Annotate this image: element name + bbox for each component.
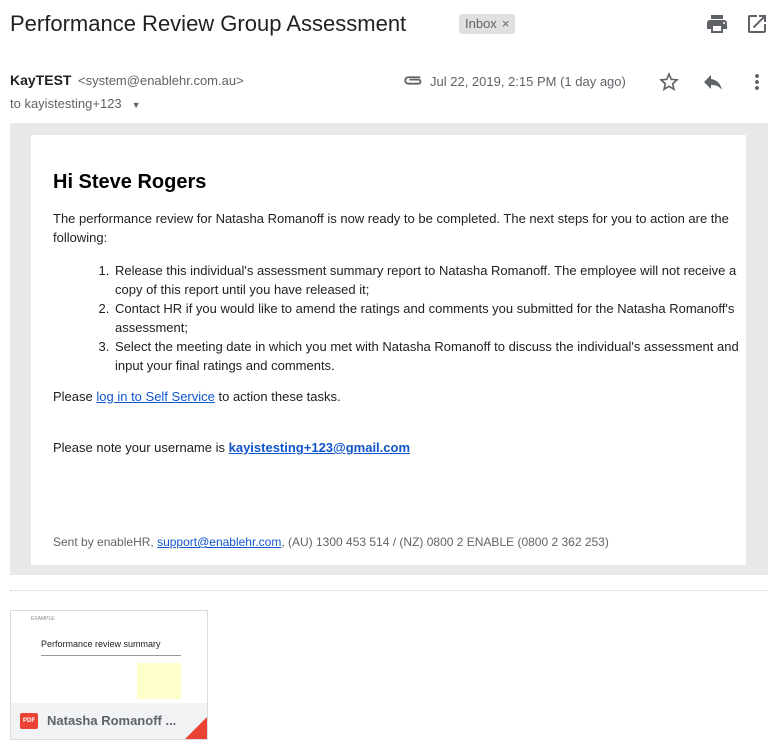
self-service-paragraph: Please log in to Self Service to action … <box>53 387 733 406</box>
preview-highlight-box <box>137 663 181 699</box>
preview-title: Performance review summary <box>41 639 161 649</box>
list-item: Contact HR if you would like to amend th… <box>113 299 753 337</box>
please-prefix: Please <box>53 389 97 404</box>
preview-logo: EXAMPLE <box>31 616 55 622</box>
label-text: Inbox <box>465 16 497 31</box>
preview-rule <box>41 655 181 656</box>
star-icon[interactable] <box>657 70 681 94</box>
attachment-preview: EXAMPLE Performance review summary <box>11 611 207 703</box>
please-suffix: to action these tasks. <box>214 389 341 404</box>
subject-row: Performance Review Group Assessment Inbo… <box>10 10 766 40</box>
attachment-info-bar: PDF Natasha Romanoff ... <box>11 703 207 739</box>
pdf-icon: PDF <box>20 713 38 729</box>
remove-label-icon[interactable]: × <box>502 14 510 34</box>
username-paragraph: Please note your username is kayistestin… <box>53 438 733 457</box>
list-item: Release this individual's assessment sum… <box>113 261 753 299</box>
support-email-link[interactable]: support@enablehr.com <box>157 535 281 549</box>
sender-email: <system@enablehr.com.au> <box>78 73 244 88</box>
sent-date: Jul 22, 2019, 2:15 PM (1 day ago) <box>430 74 626 89</box>
username-link[interactable]: kayistesting+123@gmail.com <box>229 440 410 455</box>
paperclip-icon <box>402 72 424 88</box>
more-vertical-icon[interactable] <box>745 70 769 94</box>
action-steps-list: Release this individual's assessment sum… <box>91 261 753 375</box>
self-service-login-link[interactable]: log in to Self Service <box>96 389 215 404</box>
attachments-divider <box>10 590 768 591</box>
email-subject: Performance Review Group Assessment <box>10 11 407 36</box>
greeting-heading: Hi Steve Rogers <box>53 171 207 193</box>
printer-icon[interactable] <box>705 12 729 36</box>
footer-prefix: Sent by enableHR, <box>53 535 158 549</box>
list-item: Select the meeting date in which you met… <box>113 337 753 375</box>
recipient-line[interactable]: to kayistesting+123 ▼ <box>10 96 141 111</box>
page-corner-fold-icon <box>185 717 207 739</box>
attachment-filename: Natasha Romanoff ... <box>47 713 177 728</box>
username-prefix: Please note your username is <box>53 440 229 455</box>
footer-suffix: , (AU) 1300 453 514 / (NZ) 0800 2 ENABLE… <box>281 535 609 549</box>
recipient-text: to kayistesting+123 <box>10 96 122 111</box>
email-body-frame: Hi Steve Rogers The performance review f… <box>10 123 768 575</box>
email-content-card: Hi Steve Rogers The performance review f… <box>31 135 746 565</box>
attachment-card[interactable]: EXAMPLE Performance review summary PDF N… <box>10 610 208 740</box>
reply-icon[interactable] <box>701 70 725 94</box>
chevron-down-icon[interactable]: ▼ <box>132 100 141 110</box>
inbox-label-chip[interactable]: Inbox × <box>459 14 516 34</box>
open-in-new-window-icon[interactable] <box>745 12 769 36</box>
sender-row: KayTEST <system@enablehr.com.au> to kayi… <box>10 68 762 112</box>
sender-name[interactable]: KayTEST <box>10 72 71 88</box>
intro-paragraph: The performance review for Natasha Roman… <box>53 211 729 245</box>
email-footer: Sent by enableHR, support@enablehr.com, … <box>53 535 609 549</box>
